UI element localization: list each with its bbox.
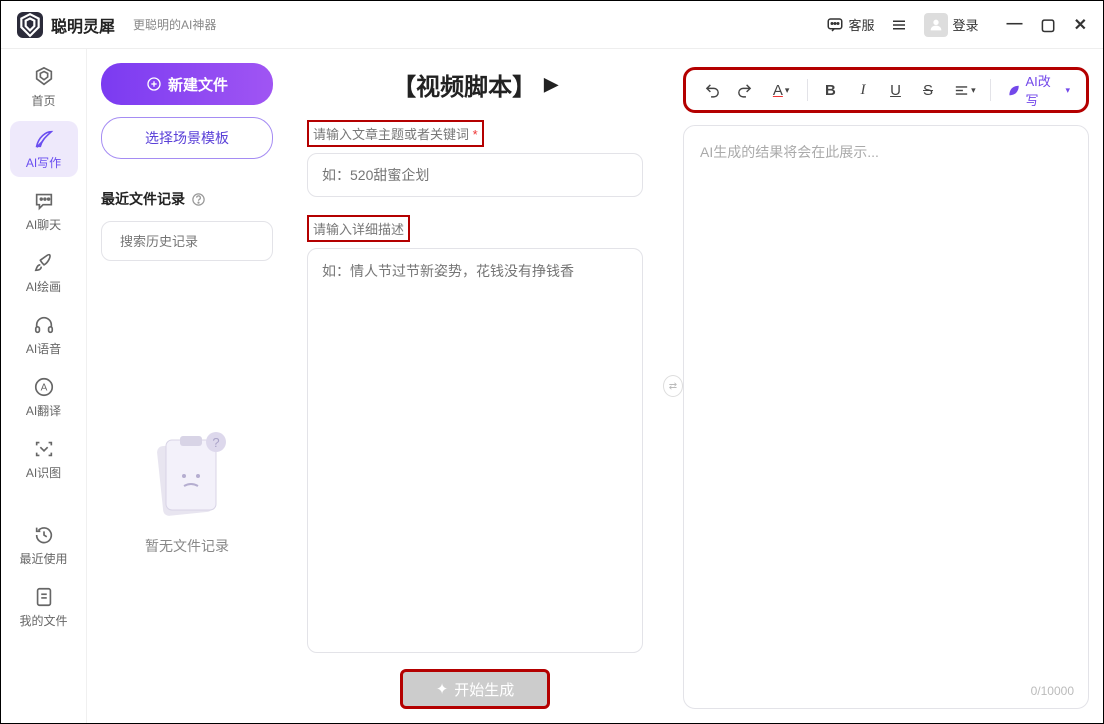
undo-button[interactable] xyxy=(698,75,727,105)
app-name: 聪明灵犀 xyxy=(51,13,115,37)
nav-ai-image[interactable]: AI识图 xyxy=(10,431,78,487)
search-input[interactable] xyxy=(120,234,296,249)
bold-button[interactable]: B xyxy=(816,75,845,105)
empty-state: ? 暂无文件记录 xyxy=(101,273,273,709)
ai-rewrite-button[interactable]: AI改写 ▾ xyxy=(1003,71,1074,109)
minimize-button[interactable]: — xyxy=(1006,15,1022,35)
generate-button[interactable]: ✦ 开始生成 xyxy=(400,669,550,709)
nav-ai-draw[interactable]: AI绘画 xyxy=(10,245,78,301)
close-button[interactable]: ✕ xyxy=(1074,15,1087,35)
plus-circle-icon xyxy=(146,76,162,92)
file-panel: 新建文件 选择场景模板 最近文件记录 xyxy=(87,49,287,723)
ai-rewrite-label: AI改写 xyxy=(1025,71,1061,109)
title-bar: 聪明灵犀 更聪明的AI神器 客服 登录 — ▢ ✕ xyxy=(1,1,1103,49)
format-toolbar: A▾ B I U S ▾ AI改写 ▾ xyxy=(683,67,1089,113)
generate-label: 开始生成 xyxy=(454,679,514,700)
login-button[interactable]: 登录 xyxy=(924,13,978,37)
nav-ai-translate[interactable]: A AI翻译 xyxy=(10,369,78,425)
chat-bubble-icon xyxy=(33,190,55,212)
new-file-label: 新建文件 xyxy=(168,74,228,95)
svg-text:A: A xyxy=(40,382,47,393)
page-title: 【视频脚本】 ▶ xyxy=(307,67,643,102)
history-icon xyxy=(33,524,55,546)
file-icon xyxy=(33,586,55,608)
search-box[interactable] xyxy=(101,221,273,261)
login-label: 登录 xyxy=(952,15,978,34)
nav-my-files[interactable]: 我的文件 xyxy=(10,579,78,635)
brush-icon xyxy=(33,252,55,274)
resize-handle[interactable]: ⇄ xyxy=(663,49,683,723)
translate-icon: A xyxy=(33,376,55,398)
strike-button[interactable]: S xyxy=(914,75,943,105)
scan-icon xyxy=(33,438,55,460)
description-textarea[interactable] xyxy=(322,261,628,640)
underline-button[interactable]: U xyxy=(881,75,910,105)
template-button[interactable]: 选择场景模板 xyxy=(101,117,273,159)
align-icon xyxy=(953,82,970,99)
editor-center: 【视频脚本】 ▶ 请输入文章主题或者关键词 * 请输入详细描述 ✦ 开始生成 xyxy=(287,49,663,723)
nav-ai-writing[interactable]: AI写作 xyxy=(10,121,78,177)
clipboard-empty-icon: ? xyxy=(142,426,232,526)
template-label: 选择场景模板 xyxy=(145,128,229,148)
app-logo-icon xyxy=(17,12,43,38)
italic-button[interactable]: I xyxy=(849,75,878,105)
output-panel: A▾ B I U S ▾ AI改写 ▾ AI生成的结果将会在此展示... 0/1… xyxy=(683,49,1103,723)
align-button[interactable]: ▾ xyxy=(946,75,982,105)
nav-recent[interactable]: 最近使用 xyxy=(10,517,78,573)
svg-text:?: ? xyxy=(212,435,219,450)
redo-icon xyxy=(736,82,753,99)
nav-ai-chat[interactable]: AI聊天 xyxy=(10,183,78,239)
sparkle-icon: ✦ xyxy=(436,680,449,698)
leaf-icon xyxy=(1007,83,1021,98)
feather-icon xyxy=(33,128,55,150)
undo-icon xyxy=(704,82,721,99)
sidebar: 首页 AI写作 AI聊天 AI绘画 AI语音 A AI翻译 xyxy=(1,49,87,723)
redo-button[interactable] xyxy=(731,75,760,105)
description-textarea-wrap[interactable] xyxy=(307,248,643,653)
customer-service-button[interactable]: 客服 xyxy=(826,15,874,34)
play-icon[interactable]: ▶ xyxy=(544,74,558,95)
menu-button[interactable] xyxy=(890,16,908,34)
avatar-icon xyxy=(924,13,948,37)
topic-input-wrap[interactable] xyxy=(307,153,643,197)
headphone-icon xyxy=(33,314,55,336)
topic-input[interactable] xyxy=(322,167,628,183)
hamburger-icon xyxy=(890,16,908,34)
help-icon[interactable] xyxy=(191,192,206,207)
output-area[interactable]: AI生成的结果将会在此展示... 0/10000 xyxy=(683,125,1089,709)
chat-icon xyxy=(826,16,844,34)
recent-files-header: 最近文件记录 xyxy=(101,189,273,209)
description-label: 请输入详细描述 xyxy=(307,215,410,242)
home-icon xyxy=(33,66,55,88)
app-subtitle: 更聪明的AI神器 xyxy=(133,16,216,33)
maximize-button[interactable]: ▢ xyxy=(1040,15,1055,35)
char-counter: 0/10000 xyxy=(1031,684,1074,698)
empty-text: 暂无文件记录 xyxy=(145,536,229,556)
customer-service-label: 客服 xyxy=(848,15,874,34)
nav-home[interactable]: 首页 xyxy=(10,59,78,115)
output-placeholder: AI生成的结果将会在此展示... xyxy=(700,144,879,160)
topic-label: 请输入文章主题或者关键词 * xyxy=(307,120,484,147)
font-color-button[interactable]: A▾ xyxy=(763,75,799,105)
drag-handle-icon: ⇄ xyxy=(663,375,683,397)
new-file-button[interactable]: 新建文件 xyxy=(101,63,273,105)
nav-ai-voice[interactable]: AI语音 xyxy=(10,307,78,363)
